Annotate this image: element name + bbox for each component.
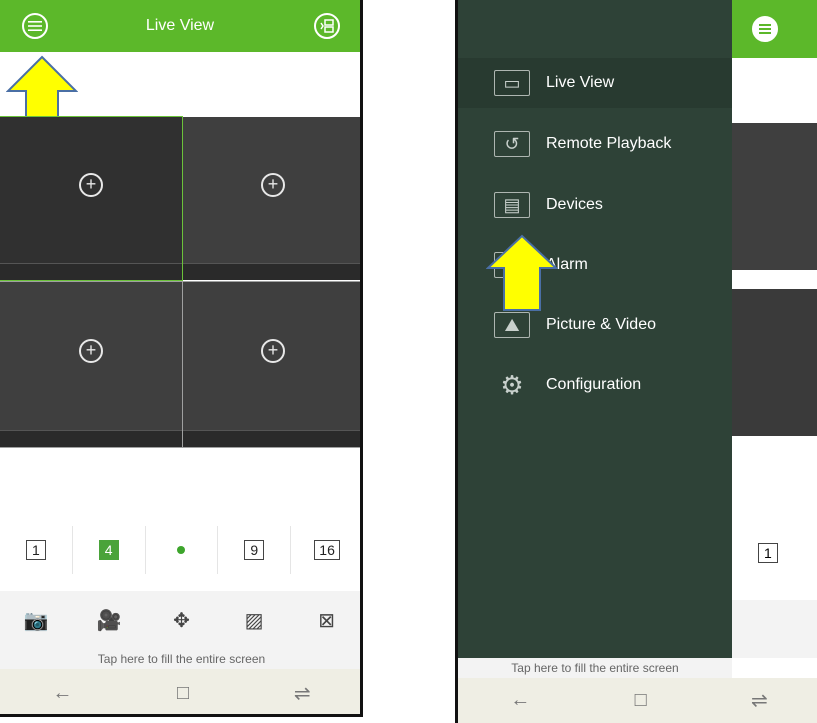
hamburger-circle-icon[interactable]: [752, 16, 778, 42]
home-icon[interactable]: □: [635, 689, 647, 712]
menu-lines: [759, 24, 771, 34]
menu-label: Picture & Video: [546, 316, 656, 333]
devices-icon: ▤: [494, 192, 530, 218]
split-1-button[interactable]: 1: [0, 526, 73, 574]
page-dot: [177, 546, 186, 554]
page-title: Live View: [145, 17, 215, 34]
highlight-arrow-up: [486, 234, 558, 311]
menu-label: Live View: [546, 74, 615, 91]
toolbar: 📷 🎥 ✥ ▨ ⊠: [0, 591, 360, 649]
menu-item-devices[interactable]: ▤ Devices: [458, 180, 732, 230]
right-phone-screen: 1 ▭ Live View ↺ Remote Playback ▤ Device…: [455, 0, 817, 723]
split-4-button[interactable]: 4: [73, 526, 146, 574]
menu-label: Remote Playback: [546, 135, 672, 152]
menu-item-remote-playback[interactable]: ↺ Remote Playback: [458, 119, 732, 169]
split-9-label: 9: [244, 540, 265, 560]
playback-icon: ↺: [494, 131, 530, 157]
recent-apps-icon[interactable]: ⇌: [294, 681, 311, 706]
home-icon[interactable]: □: [177, 682, 189, 705]
video-cell-3[interactable]: +: [0, 281, 183, 448]
record-icon[interactable]: 🎥: [89, 608, 129, 633]
close-all-icon[interactable]: ⊠: [307, 608, 347, 633]
split-16-label: 16: [314, 540, 340, 560]
split-mode-bar: 1 4 9 16: [0, 519, 360, 581]
recent-apps-icon[interactable]: ⇌: [751, 688, 768, 713]
top-bar: Live View: [0, 0, 360, 52]
add-camera-icon[interactable]: +: [79, 339, 103, 364]
android-nav-bar: ← □ ⇌: [0, 669, 360, 714]
add-camera-icon[interactable]: +: [79, 173, 103, 198]
video-cell-4[interactable]: +: [182, 281, 360, 448]
layout-switch-icon[interactable]: [314, 13, 340, 39]
cell-status-bar: [183, 430, 360, 447]
side-drawer: ▭ Live View ↺ Remote Playback ▤ Devices …: [458, 0, 732, 658]
menu-label: Devices: [546, 196, 603, 213]
split-16-button[interactable]: 16: [291, 526, 360, 574]
cell-status-bar: [0, 263, 182, 280]
menu-label: Configuration: [546, 376, 642, 393]
menu-item-live-view[interactable]: ▭ Live View: [458, 58, 732, 108]
toolbar-behind: [732, 600, 817, 658]
add-camera-icon[interactable]: +: [261, 173, 285, 198]
menu-item-configuration[interactable]: ⚙ Configuration: [458, 360, 732, 410]
layout-glyph: [320, 19, 334, 33]
video-cell-1[interactable]: +: [0, 116, 183, 281]
fill-screen-hint[interactable]: Tap here to fill the entire screen: [458, 658, 732, 678]
image-quality-icon[interactable]: ▨: [234, 608, 274, 633]
camera-icon: ▭: [494, 70, 530, 96]
gear-icon: ⚙: [500, 369, 524, 400]
video-cell-2[interactable]: +: [183, 117, 360, 280]
split-9-button[interactable]: 9: [218, 526, 292, 574]
video-cell-behind: [732, 289, 817, 436]
hamburger-circle-icon[interactable]: [22, 13, 48, 39]
cell-status-bar: [183, 263, 360, 280]
back-icon[interactable]: ←: [510, 689, 530, 712]
page-indicator: [146, 526, 219, 574]
split-1-label[interactable]: 1: [758, 543, 778, 563]
left-phone-screen: Live View + + + + 1 4 9 16 📷 🎥 ✥ ▨ ⊠ Tap…: [0, 0, 363, 717]
ptz-icon[interactable]: ✥: [161, 608, 201, 633]
cell-status-bar: [0, 430, 182, 447]
fill-screen-hint[interactable]: Tap here to fill the entire screen: [0, 649, 360, 669]
split-4-label: 4: [98, 540, 119, 560]
camera-snapshot-icon[interactable]: 📷: [16, 608, 56, 633]
menu-lines: [28, 21, 42, 31]
video-cell-behind: [732, 123, 817, 270]
android-nav-bar: ← □ ⇌: [458, 678, 817, 723]
back-icon[interactable]: ←: [52, 682, 72, 705]
live-view-grid: + + + +: [0, 116, 360, 448]
top-bar-behind: [732, 0, 817, 58]
add-camera-icon[interactable]: +: [261, 339, 285, 364]
picture-icon: ⛰: [494, 312, 530, 338]
split-1-label: 1: [25, 540, 46, 560]
